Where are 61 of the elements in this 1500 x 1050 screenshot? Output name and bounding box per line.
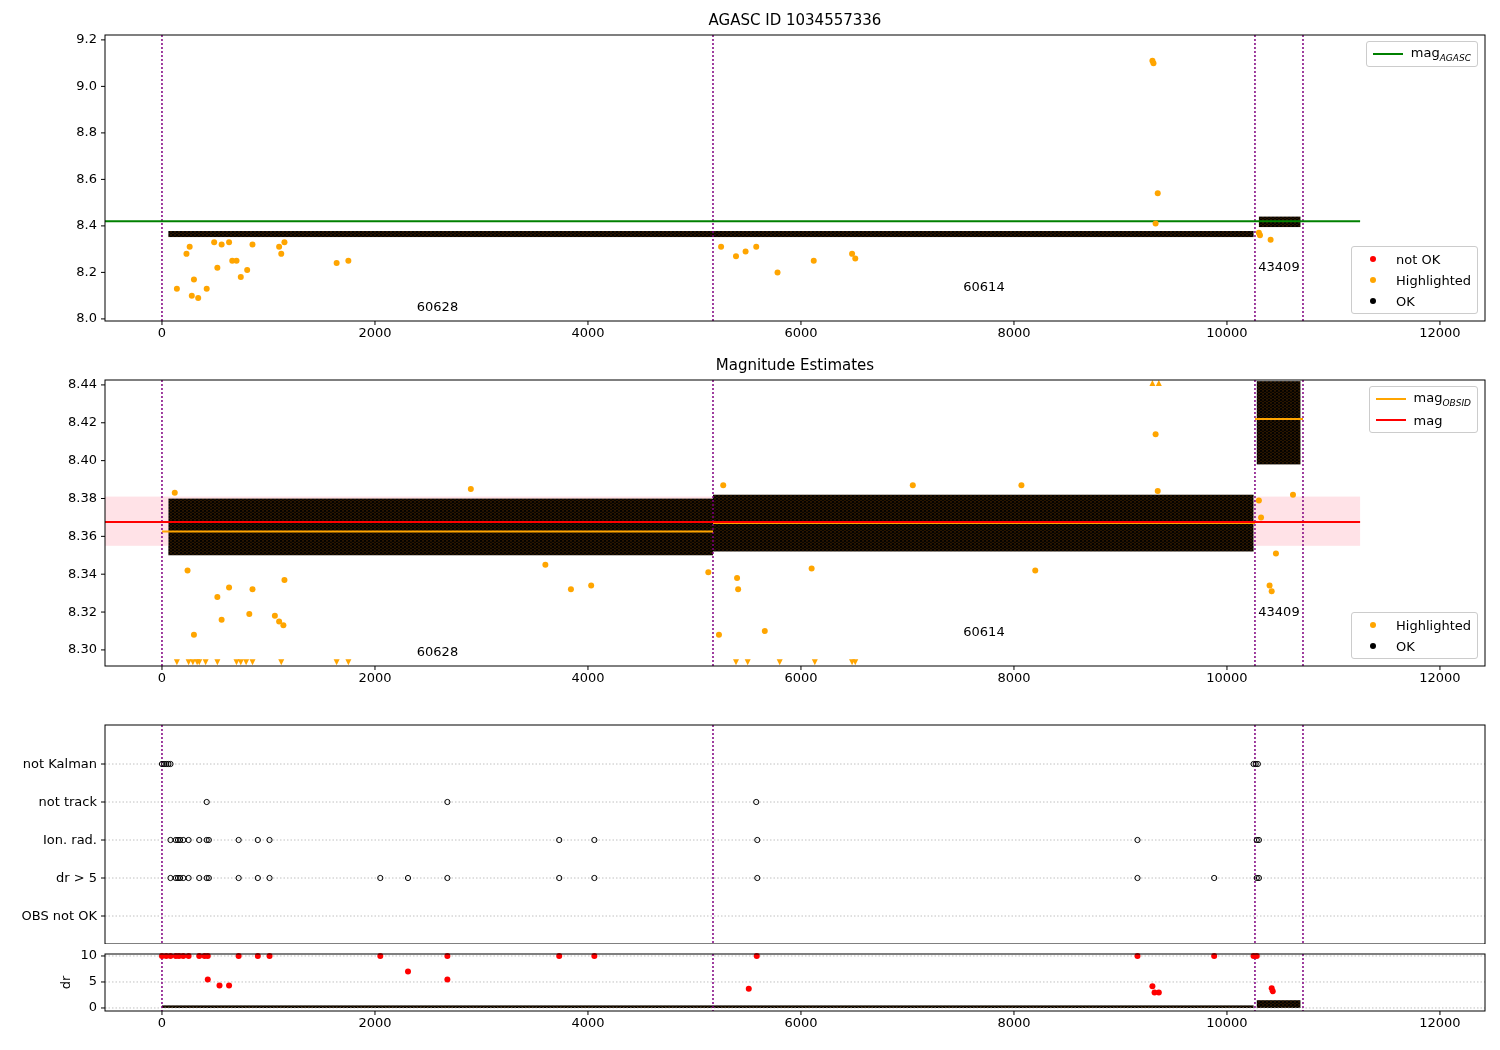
tick-label: 6000 <box>784 670 818 685</box>
tick-label: 2000 <box>358 325 392 340</box>
tick-label: 8.2 <box>76 263 97 279</box>
legend-label: mag$_{AGASC}$ <box>1410 45 1471 63</box>
tick-label: 8.0 <box>76 310 97 326</box>
category-label: not Kalman <box>22 755 97 771</box>
tick-label: 4000 <box>571 670 605 685</box>
tick-label: 8000 <box>997 325 1031 340</box>
tick-label: 12000 <box>1419 670 1461 685</box>
tick-label: 10000 <box>1206 325 1248 340</box>
tick-label: 6000 <box>784 1015 818 1030</box>
legend-label: not OK <box>1396 251 1441 267</box>
tick-label: 12000 <box>1419 1015 1461 1030</box>
tick-label: 5 <box>88 973 97 989</box>
tick-label: 8.30 <box>68 641 97 657</box>
tick-label: 8.44 <box>68 376 97 392</box>
obsid-label: 43409 <box>1258 258 1300 274</box>
legend-label: OK <box>1396 638 1415 654</box>
obsid-label: 43409 <box>1258 603 1300 619</box>
legend-label: mag <box>1413 412 1443 428</box>
tick-label: 10000 <box>1206 1015 1248 1030</box>
tick-label: 0 <box>157 1015 167 1030</box>
tick-label: 12000 <box>1419 325 1461 340</box>
axis-label: dr <box>57 975 73 990</box>
tick-label: 8.34 <box>68 565 97 581</box>
category-label: Ion. rad. <box>43 831 97 847</box>
obsid-label: 60628 <box>416 643 459 659</box>
obsid-label: 60614 <box>963 623 1005 639</box>
tick-label: 8.6 <box>76 170 97 186</box>
obsid-label: 60614 <box>963 278 1005 294</box>
tick-label: 8.42 <box>68 414 97 430</box>
tick-label: 8.8 <box>76 124 97 140</box>
tick-label: 8.32 <box>68 603 97 619</box>
tick-label: 8.36 <box>68 527 97 543</box>
chart-title: AGASC ID 1034557336 <box>707 11 883 29</box>
tick-label: 9.2 <box>76 31 97 47</box>
category-label: dr > 5 <box>55 869 97 885</box>
legend-label: Highlighted <box>1396 617 1471 633</box>
tick-label: 10 <box>80 947 97 963</box>
tick-label: 8000 <box>997 1015 1031 1030</box>
legend-label: OK <box>1396 293 1415 309</box>
tick-label: 4000 <box>571 1015 605 1030</box>
tick-label: 8000 <box>997 670 1031 685</box>
tick-label: 6000 <box>784 325 818 340</box>
tick-label: 9.0 <box>76 77 97 93</box>
tick-label: 2000 <box>358 670 392 685</box>
chart-title: Magnitude Estimates <box>714 356 876 374</box>
tick-label: 10000 <box>1206 670 1248 685</box>
tick-label: 0 <box>157 325 167 340</box>
tick-label: 4000 <box>571 325 605 340</box>
tick-label: 0 <box>157 670 167 685</box>
tick-label: 0 <box>88 999 97 1015</box>
obsid-label: 60628 <box>416 298 459 314</box>
category-label: OBS not OK <box>21 907 97 923</box>
tick-label: 8.40 <box>68 452 97 468</box>
legend-label: Highlighted <box>1396 272 1471 288</box>
tick-label: 2000 <box>358 1015 392 1030</box>
tick-label: 8.4 <box>76 217 97 233</box>
legend-label: mag$_{OBSID}$ <box>1413 390 1471 408</box>
tick-label: 8.38 <box>68 490 97 505</box>
category-label: not track <box>38 793 97 809</box>
